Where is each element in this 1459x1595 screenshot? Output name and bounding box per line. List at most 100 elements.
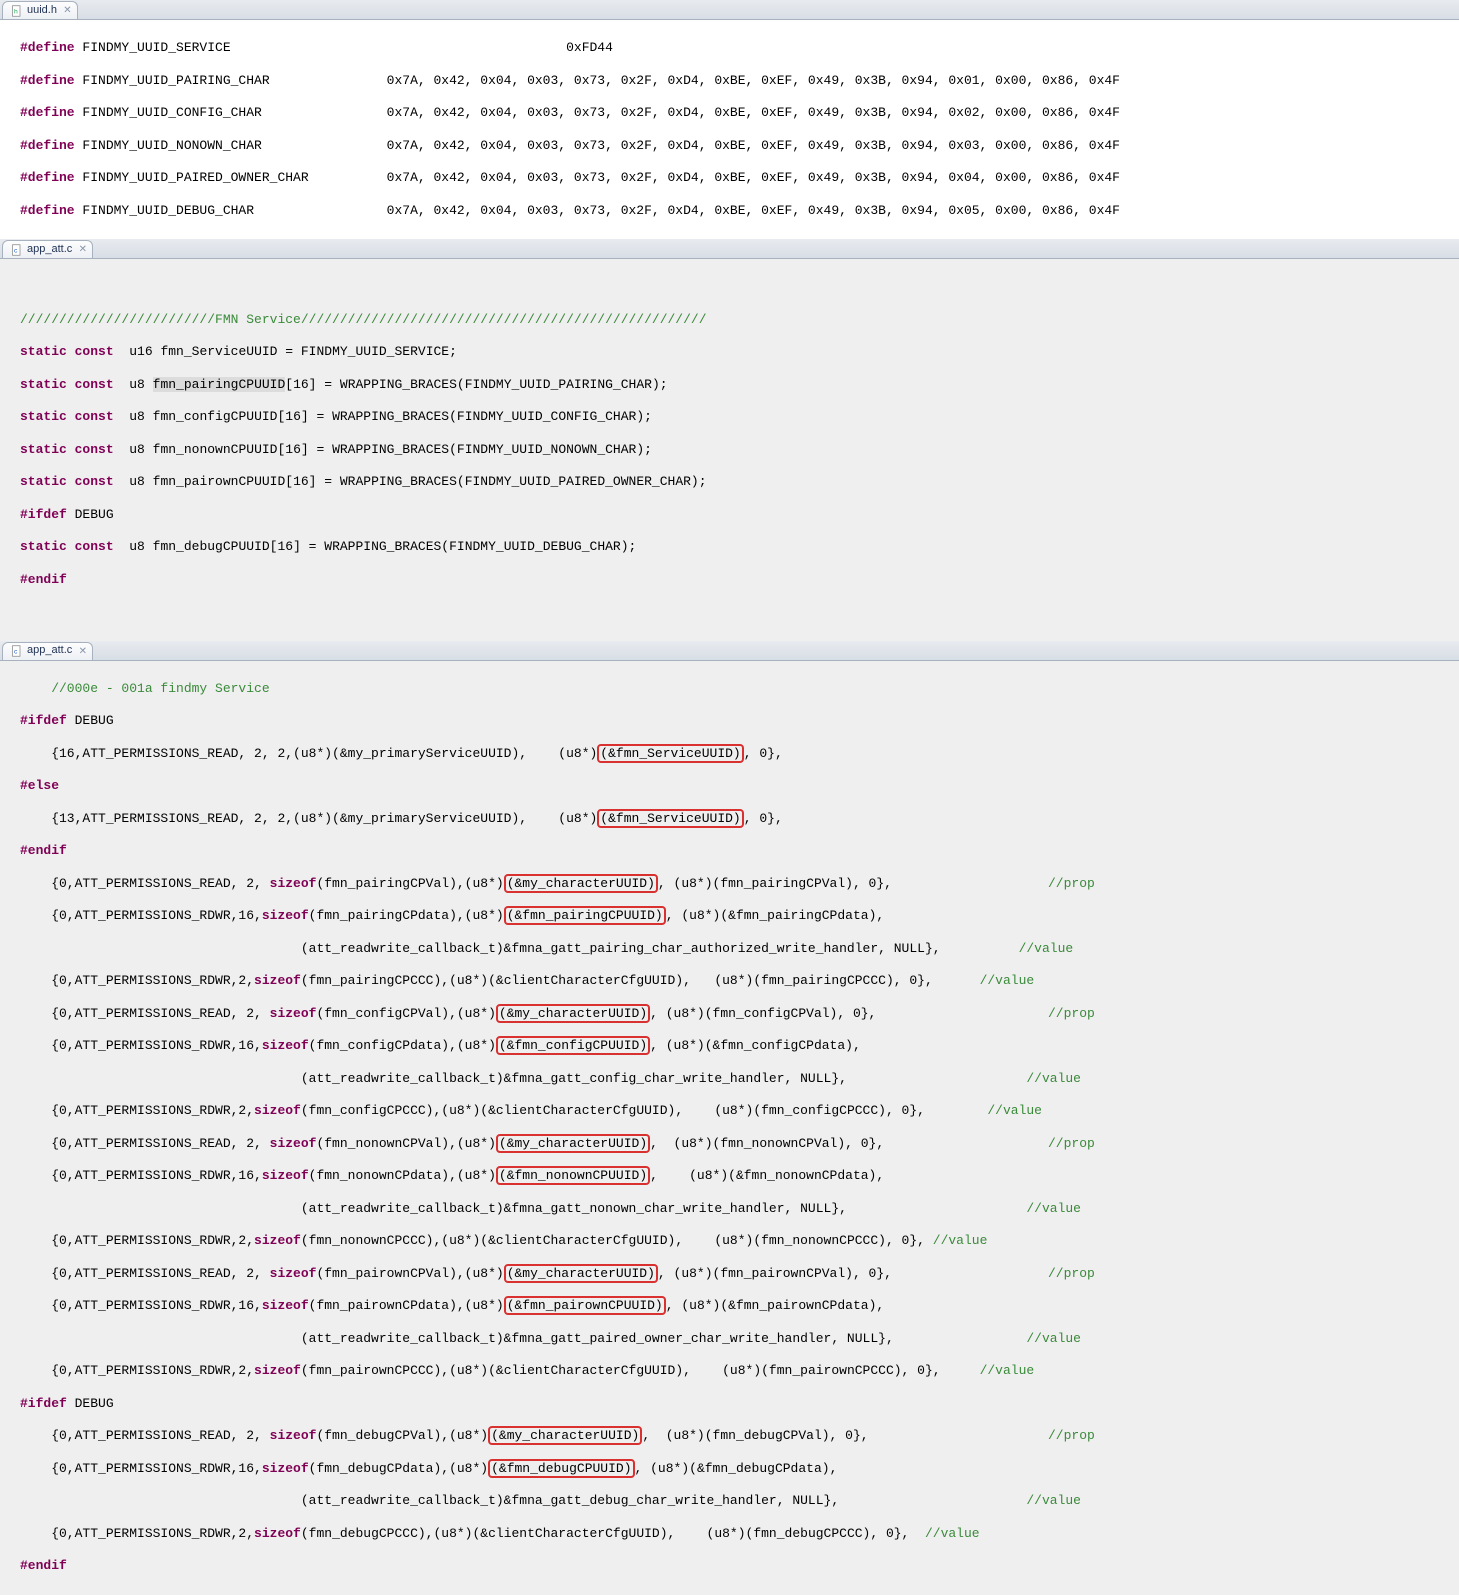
comment: //prop — [1048, 1136, 1095, 1151]
tab-label: uuid.h — [27, 4, 57, 18]
static-kw: static — [20, 409, 67, 424]
code: (fmn_debugCPCCC),(u8*)(&clientCharacterC… — [301, 1526, 925, 1541]
sizeof-kw: sizeof — [254, 1526, 301, 1541]
code: (fmn_pairingCPdata),(u8*) — [309, 908, 504, 923]
code: (fmn_nonownCPCCC),(u8*)(&clientCharacter… — [301, 1233, 933, 1248]
code: , (u8*)(fmn_configCPVal), 0}, — [650, 1006, 1048, 1021]
sizeof-kw: sizeof — [270, 1006, 317, 1021]
ifdef-kw: #ifdef — [20, 1396, 67, 1411]
code: , (u8*)(&fmn_configCPdata), — [650, 1038, 861, 1053]
comment: //value — [933, 1233, 988, 1248]
code: FINDMY_UUID_PAIRING_CHAR 0x7A, 0x42, 0x0… — [75, 73, 1120, 88]
define-kw: #define — [20, 203, 75, 218]
sizeof-kw: sizeof — [262, 1298, 309, 1313]
tab-label: app_att.c — [27, 644, 72, 658]
sizeof-kw: sizeof — [270, 1266, 317, 1281]
code: {0,ATT_PERMISSIONS_RDWR,2, — [20, 973, 254, 988]
define-kw: #define — [20, 105, 75, 120]
static-kw: static — [20, 344, 67, 359]
code: (att_readwrite_callback_t)&fmna_gatt_con… — [20, 1071, 1026, 1086]
comment: //prop — [1048, 1266, 1095, 1281]
close-icon[interactable]: ✕ — [77, 646, 88, 657]
code: u8 fmn_debugCPUUID[16] = WRAPPING_BRACES… — [114, 539, 637, 554]
comment: //000e - 001a findmy Service — [20, 681, 1459, 697]
code: , (u8*)(&fmn_debugCPdata), — [635, 1461, 838, 1476]
svg-text:h: h — [14, 8, 18, 15]
code: (att_readwrite_callback_t)&fmna_gatt_non… — [20, 1201, 1026, 1216]
comment: //value — [1026, 1331, 1081, 1346]
tab-uuid-h[interactable]: h uuid.h ✕ — [2, 1, 78, 19]
code: DEBUG — [67, 1396, 114, 1411]
editor-app-att-c-1[interactable]: /////////////////////////FMN Service////… — [0, 259, 1459, 640]
code: , (u8*)(&fmn_pairingCPdata), — [666, 908, 884, 923]
boxed-config-uuid: (&fmn_configCPUUID) — [496, 1036, 650, 1055]
close-icon[interactable]: ✕ — [77, 244, 88, 255]
boxed-uuid-ref: (&fmn_ServiceUUID) — [597, 809, 743, 828]
sizeof-kw: sizeof — [270, 1428, 317, 1443]
editor-app-att-c-2[interactable]: //000e - 001a findmy Service #ifdef DEBU… — [0, 661, 1459, 1595]
ifdef-kw: #ifdef — [20, 713, 67, 728]
code: (fmn_debugCPdata),(u8*) — [309, 1461, 488, 1476]
code: , 0}, — [744, 746, 783, 761]
c-file-icon: c — [11, 244, 23, 256]
tabbar-app-att-c-2: c app_att.c ✕ — [0, 641, 1459, 661]
code: {0,ATT_PERMISSIONS_RDWR,2, — [20, 1103, 254, 1118]
const-kw: const — [75, 442, 114, 457]
sizeof-kw: sizeof — [262, 908, 309, 923]
comment: //value — [980, 973, 1035, 988]
code: FINDMY_UUID_DEBUG_CHAR 0x7A, 0x42, 0x04,… — [75, 203, 1120, 218]
code: , (u8*)(fmn_debugCPVal), 0}, — [642, 1428, 1048, 1443]
const-kw: const — [75, 539, 114, 554]
code: {0,ATT_PERMISSIONS_RDWR,2, — [20, 1233, 254, 1248]
code: (fmn_pairingCPVal),(u8*) — [316, 876, 503, 891]
comment: //value — [1026, 1071, 1081, 1086]
code: , (u8*)(&fmn_nonownCPdata), — [650, 1168, 884, 1183]
endif-kw: #endif — [20, 1558, 1459, 1574]
code: {0,ATT_PERMISSIONS_RDWR,2, — [20, 1363, 254, 1378]
static-kw: static — [20, 539, 67, 554]
code: (fmn_pairownCPdata),(u8*) — [309, 1298, 504, 1313]
code: DEBUG — [67, 713, 114, 728]
code: (fmn_debugCPVal),(u8*) — [316, 1428, 488, 1443]
boxed-pairing-uuid: (&fmn_pairingCPUUID) — [504, 906, 666, 925]
code: DEBUG — [67, 507, 114, 522]
code: (fmn_pairingCPCCC),(u8*)(&clientCharacte… — [301, 973, 980, 988]
comment: //value — [1026, 1201, 1081, 1216]
sizeof-kw: sizeof — [254, 1103, 301, 1118]
c-file-icon: c — [11, 645, 23, 657]
code: FINDMY_UUID_SERVICE 0xFD44 — [75, 40, 613, 55]
code: , (u8*)(fmn_pairownCPVal), 0}, — [658, 1266, 1048, 1281]
code: (fmn_configCPdata),(u8*) — [309, 1038, 496, 1053]
tab-label: app_att.c — [27, 243, 72, 257]
tabbar-uuid-h: h uuid.h ✕ — [0, 0, 1459, 20]
static-kw: static — [20, 474, 67, 489]
code: u8 fmn_pairownCPUUID[16] = WRAPPING_BRAC… — [114, 474, 707, 489]
tabbar-app-att-c-1: c app_att.c ✕ — [0, 239, 1459, 259]
comment: //value — [980, 1363, 1035, 1378]
ifdef-kw: #ifdef — [20, 507, 67, 522]
code: {0,ATT_PERMISSIONS_RDWR,16, — [20, 1461, 262, 1476]
close-icon[interactable]: ✕ — [62, 5, 73, 16]
boxed-char-uuid: (&my_characterUUID) — [488, 1426, 642, 1445]
editor-uuid-h[interactable]: #define FINDMY_UUID_SERVICE 0xFD44 #defi… — [0, 20, 1459, 239]
code: (fmn_pairownCPVal),(u8*) — [316, 1266, 503, 1281]
code: {0,ATT_PERMISSIONS_READ, 2, — [20, 1006, 270, 1021]
code: u16 fmn_ServiceUUID = FINDMY_UUID_SERVIC… — [114, 344, 457, 359]
boxed-nonown-uuid: (&fmn_nonownCPUUID) — [496, 1166, 650, 1185]
comment: //prop — [1048, 1006, 1095, 1021]
code: FINDMY_UUID_PAIRED_OWNER_CHAR 0x7A, 0x42… — [75, 170, 1120, 185]
code: {0,ATT_PERMISSIONS_READ, 2, — [20, 1266, 270, 1281]
endif-kw: #endif — [20, 572, 1459, 588]
code: , (u8*)(fmn_pairingCPVal), 0}, — [658, 876, 1048, 891]
comment: //prop — [1048, 1428, 1095, 1443]
code: (att_readwrite_callback_t)&fmna_gatt_deb… — [20, 1493, 1026, 1508]
const-kw: const — [75, 474, 114, 489]
tab-app-att-c-1[interactable]: c app_att.c ✕ — [2, 240, 93, 258]
tab-app-att-c-2[interactable]: c app_att.c ✕ — [2, 642, 93, 660]
code: {0,ATT_PERMISSIONS_RDWR,16, — [20, 1038, 262, 1053]
comment: //value — [925, 1526, 980, 1541]
code: {0,ATT_PERMISSIONS_RDWR,2, — [20, 1526, 254, 1541]
code: {0,ATT_PERMISSIONS_RDWR,16, — [20, 908, 262, 923]
h-file-icon: h — [11, 5, 23, 17]
sizeof-kw: sizeof — [254, 1233, 301, 1248]
